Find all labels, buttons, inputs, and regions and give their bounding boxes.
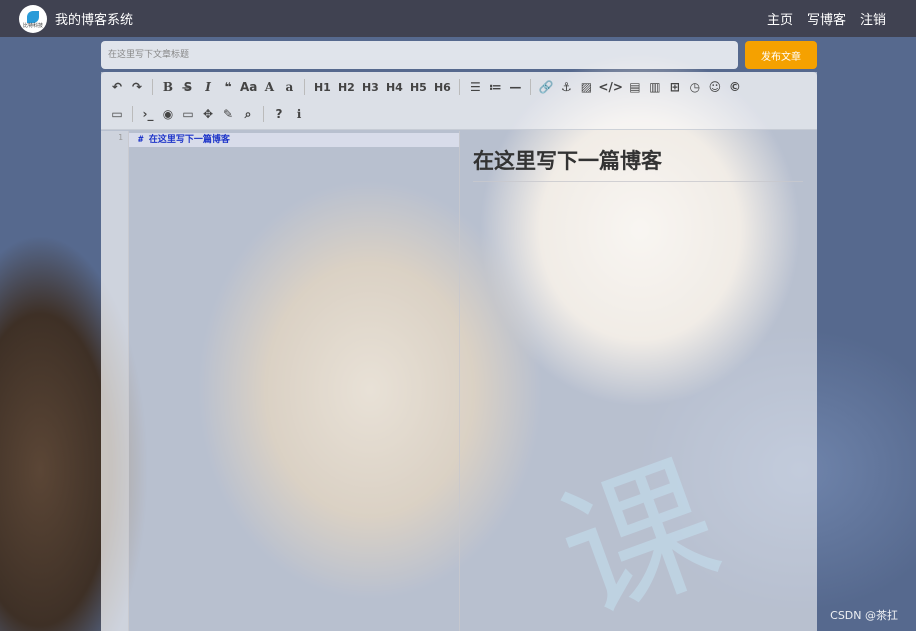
csdn-watermark: CSDN @茶扛	[830, 609, 898, 622]
code-block-icon[interactable]: ▤	[625, 76, 645, 98]
capitalize-icon[interactable]: A	[259, 76, 279, 98]
toolbar-separator	[263, 106, 264, 122]
toolbar-separator	[459, 79, 461, 95]
markdown-preview-pane: 在这里写下一篇博客	[460, 131, 817, 631]
unordered-list-icon[interactable]: ☰	[465, 76, 485, 98]
top-navigation-bar: 比特科技 我的博客系统 主页 写博客 注销	[0, 0, 916, 37]
table-icon[interactable]: ⊞	[665, 76, 685, 98]
info-icon[interactable]: ℹ	[289, 103, 309, 125]
code-icon[interactable]: </>	[596, 76, 625, 98]
article-title-input[interactable]	[101, 41, 738, 69]
fullscreen-icon[interactable]: ✥	[198, 103, 218, 125]
strikethrough-icon[interactable]: S̶	[178, 76, 198, 98]
preview-icon[interactable]: ▭	[178, 103, 198, 125]
toolbar-separator	[132, 106, 133, 122]
site-logo[interactable]: 比特科技	[19, 4, 47, 33]
clear-icon[interactable]: ✎	[218, 103, 238, 125]
toolbar-separator	[152, 79, 153, 95]
nav-home-link[interactable]: 主页	[767, 9, 793, 28]
lowercase-icon[interactable]: a	[279, 76, 299, 98]
code-line[interactable]: # 在这里写下一篇博客	[129, 133, 459, 147]
watch-icon[interactable]: ◉	[158, 103, 178, 125]
line-number: 1	[118, 133, 123, 142]
logo-leaf-icon	[27, 10, 39, 23]
preview-heading: 在这里写下一篇博客	[473, 145, 803, 182]
uppercase-icon[interactable]: Aa	[238, 76, 259, 98]
datetime-icon[interactable]: ◷	[685, 76, 705, 98]
horizontal-rule-icon[interactable]: —	[505, 76, 525, 98]
undo-icon[interactable]: ↶	[107, 76, 127, 98]
quote-icon[interactable]: ❝	[218, 76, 238, 98]
nav-write-blog-link[interactable]: 写博客	[807, 9, 846, 28]
toolbar-separator	[530, 79, 532, 95]
h5-button[interactable]: H5	[406, 76, 430, 98]
toolbar-row-2: ▭ ›_ ◉ ▭ ✥ ✎ ⌕? ℹ	[107, 101, 309, 127]
ordered-list-icon[interactable]: ≔	[485, 76, 505, 98]
line-number-gutter: 1	[101, 131, 129, 631]
logo-text: 比特科技	[22, 22, 43, 29]
image-icon[interactable]: ▨	[576, 76, 596, 98]
main-nav: 主页 写博客 注销	[767, 9, 886, 28]
search-icon[interactable]: ⌕	[238, 103, 258, 125]
toolbar-row-1: ↶ ↷ B S̶ I ❝ Aa Aa H1 H2 H3 H4 H5 H6 ☰ ≔ — 🔗 ⚓ ▨ </> ▤ ▥ ⊞ ◷ ☺ ©	[107, 74, 745, 100]
emoji-icon[interactable]: ☺	[705, 76, 725, 98]
help-icon[interactable]: ?	[269, 103, 289, 125]
h6-button[interactable]: H6	[430, 76, 454, 98]
toolbar-separator	[304, 79, 306, 95]
markdown-input-pane[interactable]: # 在这里写下一篇博客	[129, 131, 459, 631]
pagebreak-icon[interactable]: ▭	[107, 103, 127, 125]
h3-button[interactable]: H3	[358, 76, 382, 98]
publish-article-button[interactable]: 发布文章	[745, 41, 817, 69]
anchor-icon[interactable]: ⚓	[556, 76, 576, 98]
redo-icon[interactable]: ↷	[127, 76, 147, 98]
markdown-editor: ↶ ↷ B S̶ I ❝ Aa Aa H1 H2 H3 H4 H5 H6 ☰ ≔ — 🔗 ⚓ ▨ </> ▤ ▥ ⊞ ◷ ☺ © ▭…	[101, 72, 817, 631]
title-row: 发布文章	[101, 41, 817, 69]
html-entities-icon[interactable]: ©	[725, 76, 745, 98]
nav-logout-link[interactable]: 注销	[860, 9, 886, 28]
h4-button[interactable]: H4	[382, 76, 406, 98]
bold-icon[interactable]: B	[158, 76, 178, 98]
goto-line-icon[interactable]: ›_	[138, 103, 158, 125]
h2-button[interactable]: H2	[334, 76, 358, 98]
h1-button[interactable]: H1	[310, 76, 334, 98]
editor-toolbar: ↶ ↷ B S̶ I ❝ Aa Aa H1 H2 H3 H4 H5 H6 ☰ ≔ — 🔗 ⚓ ▨ </> ▤ ▥ ⊞ ◷ ☺ © ▭…	[101, 72, 817, 130]
preformatted-icon[interactable]: ▥	[645, 76, 665, 98]
site-title: 我的博客系统	[55, 13, 134, 28]
italic-icon[interactable]: I	[198, 76, 218, 98]
link-icon[interactable]: 🔗	[536, 76, 556, 98]
